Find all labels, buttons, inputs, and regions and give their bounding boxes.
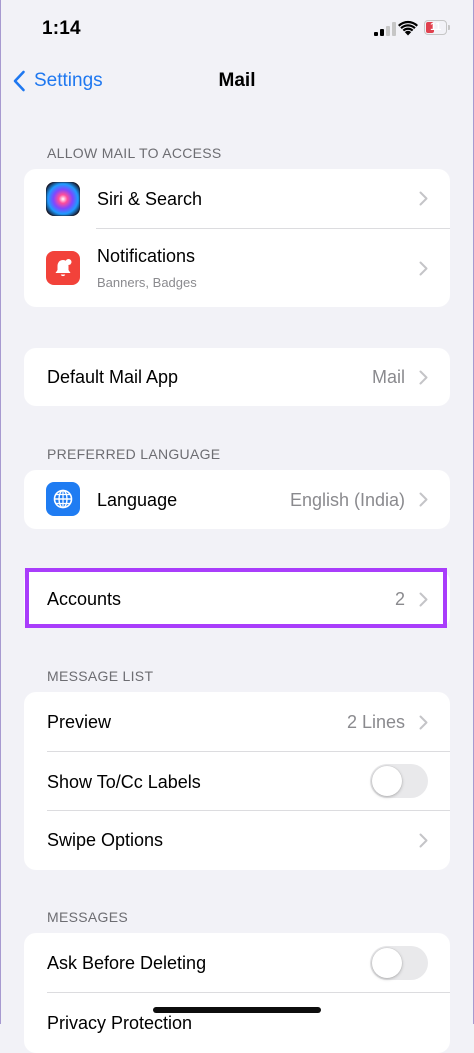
siri-search-row[interactable]: Siri & Search: [24, 169, 450, 229]
preview-label: Preview: [47, 712, 112, 732]
default-mail-app-label: Default Mail App: [47, 367, 179, 387]
section-header-preferred-language: PREFERRED LANGUAGE: [47, 446, 221, 462]
messages-card: Ask Before Deleting Privacy Protection: [24, 933, 450, 1053]
section-header-messages: MESSAGES: [47, 909, 128, 925]
ask-before-deleting-row: Ask Before Deleting: [24, 933, 450, 993]
notifications-label: Notifications: [97, 246, 196, 266]
chevron-right-icon: [419, 191, 428, 206]
accounts-count: 2: [394, 589, 405, 609]
toggle-knob: [372, 948, 402, 978]
section-header-message-list: MESSAGE LIST: [47, 668, 154, 684]
preview-value: 2 Lines: [346, 712, 405, 732]
show-to-cc-row: Show To/Cc Labels: [24, 752, 450, 811]
swipe-options-label: Swipe Options: [47, 830, 164, 850]
ask-before-deleting-toggle[interactable]: [370, 946, 428, 980]
accounts-label: Accounts: [47, 589, 122, 609]
show-to-cc-label: Show To/Cc Labels: [47, 772, 201, 792]
siri-search-label: Siri & Search: [97, 189, 203, 209]
notifications-sublabel: Banners, Badges: [97, 275, 197, 290]
status-time: 1:14: [42, 18, 81, 39]
ask-before-deleting-label: Ask Before Deleting: [47, 953, 207, 973]
preview-row[interactable]: Preview 2 Lines: [24, 692, 450, 752]
siri-icon: [46, 182, 80, 216]
globe-icon: [46, 482, 80, 516]
wifi-icon: [398, 20, 418, 36]
chevron-right-icon: [419, 370, 428, 385]
message-list-card: Preview 2 Lines Show To/Cc Labels Swipe …: [24, 692, 450, 870]
notifications-row[interactable]: Notifications Banners, Badges: [24, 229, 450, 307]
status-bar: 1:14 11: [0, 0, 474, 56]
language-label: Language: [97, 490, 178, 510]
language-value: English (India): [289, 490, 405, 510]
chevron-right-icon: [419, 492, 428, 507]
show-to-cc-toggle[interactable]: [370, 764, 428, 798]
home-indicator: [153, 1007, 321, 1013]
nav-bar: Settings Mail: [0, 56, 474, 106]
section-header-allow-access: ALLOW MAIL TO ACCESS: [47, 145, 222, 161]
battery-icon: 11: [424, 20, 452, 36]
allow-access-card: Siri & Search Notifications Banners, Bad…: [24, 169, 450, 307]
accounts-card: Accounts 2: [24, 570, 450, 628]
bell-icon: [46, 251, 80, 285]
battery-level: 11: [430, 21, 441, 33]
language-row[interactable]: Language English (India): [24, 470, 450, 529]
chevron-right-icon: [419, 592, 428, 607]
default-mail-app-value: Mail: [371, 367, 405, 387]
privacy-protection-row[interactable]: Privacy Protection: [24, 993, 450, 1053]
chevron-right-icon: [419, 261, 428, 276]
default-mail-app-row[interactable]: Default Mail App Mail: [24, 348, 450, 406]
default-app-card: Default Mail App Mail: [24, 348, 450, 406]
cellular-signal-icon: [374, 22, 396, 36]
page-title: Mail: [218, 70, 256, 91]
swipe-options-row[interactable]: Swipe Options: [24, 811, 450, 870]
toggle-knob: [372, 766, 402, 796]
chevron-right-icon: [419, 715, 428, 730]
preferred-language-card: Language English (India): [24, 470, 450, 529]
chevron-right-icon: [419, 833, 428, 848]
accounts-row[interactable]: Accounts 2: [24, 570, 450, 628]
